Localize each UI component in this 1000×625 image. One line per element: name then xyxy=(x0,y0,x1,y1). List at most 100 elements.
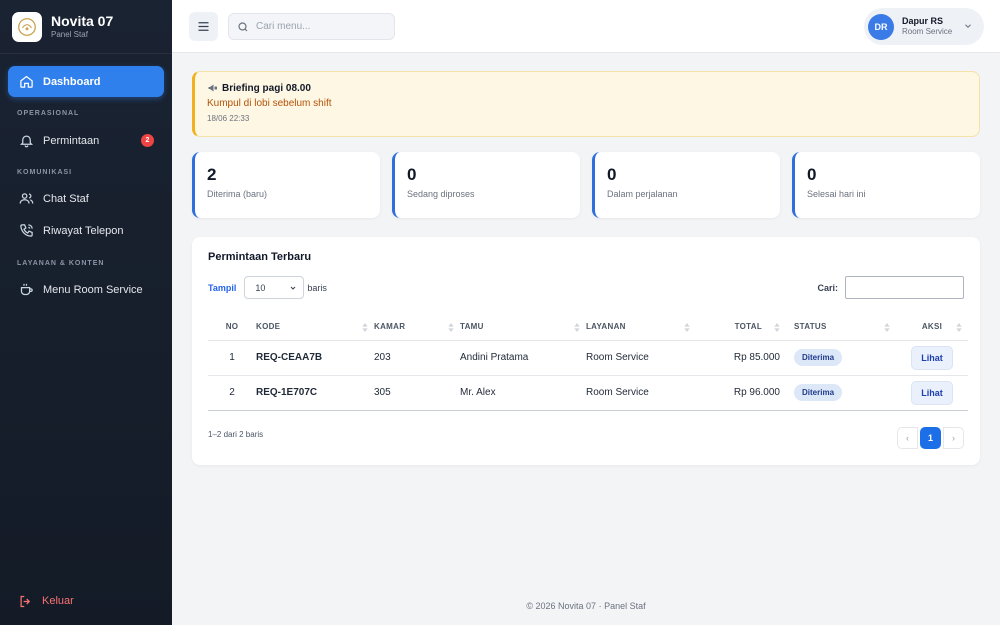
cell-kode: REQ-CEAA7B xyxy=(256,340,374,376)
logout-button[interactable]: Keluar xyxy=(8,588,164,614)
bell-icon xyxy=(18,133,34,149)
user-role: Room Service xyxy=(902,27,953,36)
cell-layanan: Room Service xyxy=(586,375,696,411)
brand: Novita 07 Panel Staf xyxy=(0,0,172,54)
cell-kamar: 203 xyxy=(374,340,460,376)
sidebar: Novita 07 Panel Staf Dashboard OPERASION… xyxy=(0,0,172,625)
view-button[interactable]: Lihat xyxy=(911,380,953,405)
panel-title: Permintaan Terbaru xyxy=(208,251,312,263)
home-icon xyxy=(18,74,34,90)
sort-icon xyxy=(774,323,780,332)
cell-layanan: Room Service xyxy=(586,340,696,376)
hamburger-icon xyxy=(198,22,209,31)
stat-card-diterima: 2 Diterima (baru) xyxy=(192,152,380,218)
menu-toggle-button[interactable] xyxy=(189,12,218,41)
announcement-banner: Briefing pagi 08.00 Kumpul di lobi sebel… xyxy=(192,71,980,137)
sort-icon xyxy=(684,323,690,332)
section-komunikasi: KOMUNIKASI xyxy=(17,169,73,176)
logout-label: Keluar xyxy=(42,595,74,607)
table-row: 1 REQ-CEAA7B 203 Andini Pratama Room Ser… xyxy=(208,340,968,376)
sidebar-item-label: Permintaan xyxy=(43,134,100,147)
status-badge: Diterima xyxy=(794,384,843,401)
users-icon xyxy=(18,191,34,207)
sidebar-item-chat-staf[interactable]: Chat Staf xyxy=(8,183,164,214)
next-page-button[interactable]: › xyxy=(943,427,964,449)
sidebar-item-dashboard[interactable]: Dashboard xyxy=(8,66,164,97)
page-size-control: Tampil 10 baris xyxy=(208,276,327,299)
page-button-current[interactable]: 1 xyxy=(920,427,941,449)
sidebar-item-label: Riwayat Telepon xyxy=(43,224,124,237)
show-label: Tampil xyxy=(208,282,237,293)
recent-requests-panel: Permintaan Terbaru Tampil 10 baris Cari:… xyxy=(192,237,980,465)
column-header-aksi[interactable]: AKSI xyxy=(896,314,968,341)
phone-icon xyxy=(18,223,34,239)
brand-subtitle: Panel Staf xyxy=(51,30,88,39)
page-size-select[interactable]: 10 xyxy=(244,276,305,299)
cell-kode: REQ-1E707C xyxy=(256,375,374,411)
column-header-total[interactable]: TOTAL xyxy=(696,314,786,341)
chevron-down-icon xyxy=(965,24,971,28)
topbar: DR Dapur RS Room Service xyxy=(172,0,1000,53)
stat-label: Selesai hari ini xyxy=(807,189,866,199)
section-layanan-konten: LAYANAN & KONTEN xyxy=(17,260,105,267)
view-button[interactable]: Lihat xyxy=(911,345,953,370)
column-header-tamu[interactable]: TAMU xyxy=(460,314,586,341)
page-info: 1–2 dari 2 baris xyxy=(208,430,264,439)
search-input[interactable] xyxy=(256,21,386,32)
stat-label: Sedang diproses xyxy=(407,189,475,199)
megaphone-icon xyxy=(208,84,217,92)
stat-value: 0 xyxy=(607,165,617,184)
logout-icon xyxy=(20,595,31,607)
stat-card-perjalanan: 0 Dalam perjalanan xyxy=(592,152,780,218)
brand-title: Novita 07 xyxy=(51,13,114,29)
page-size-value: 10 xyxy=(255,282,266,293)
cell-no: 1 xyxy=(208,340,256,376)
user-name: Dapur RS xyxy=(902,16,944,26)
pagination: ‹ 1 › xyxy=(897,427,964,449)
chevron-down-icon xyxy=(290,286,296,290)
column-header-status[interactable]: STATUS xyxy=(786,314,896,341)
footer: © 2026 Novita 07 · Panel Staf xyxy=(526,601,646,611)
column-header-layanan[interactable]: LAYANAN xyxy=(586,314,696,341)
sidebar-item-menu-room-service[interactable]: Menu Room Service xyxy=(8,274,164,305)
sort-icon xyxy=(448,323,454,332)
coffee-cup-icon xyxy=(18,282,34,298)
table-row: 2 REQ-1E707C 305 Mr. Alex Room Service R… xyxy=(208,375,968,411)
sidebar-item-label: Menu Room Service xyxy=(43,283,143,296)
status-badge: Diterima xyxy=(794,349,843,366)
column-header-kode[interactable]: KODE xyxy=(256,314,374,341)
stat-value: 0 xyxy=(407,165,417,184)
table-search: Cari: xyxy=(817,276,964,299)
sort-icon xyxy=(362,323,368,332)
announcement-time: 18/06 22:33 xyxy=(207,114,250,123)
stat-value: 0 xyxy=(807,165,817,184)
cell-total: Rp 85.000 xyxy=(696,340,786,376)
search-icon xyxy=(238,21,248,31)
stat-value: 2 xyxy=(207,165,217,184)
table-search-input[interactable] xyxy=(845,276,964,299)
rows-label: baris xyxy=(307,282,327,293)
sidebar-item-permintaan[interactable]: Permintaan 2 xyxy=(8,125,164,156)
column-header-no[interactable]: NO xyxy=(208,314,256,341)
user-menu[interactable]: DR Dapur RS Room Service xyxy=(864,8,984,45)
sidebar-item-riwayat-telepon[interactable]: Riwayat Telepon xyxy=(8,215,164,246)
requests-table: NO KODE KAMAR TAMU LAYANAN TOTAL STATUS … xyxy=(208,314,968,411)
sort-icon xyxy=(884,323,890,332)
cell-kamar: 305 xyxy=(374,375,460,411)
stat-label: Diterima (baru) xyxy=(207,189,268,199)
stat-label: Dalam perjalanan xyxy=(607,189,678,199)
sidebar-item-label: Chat Staf xyxy=(43,192,89,205)
cell-no: 2 xyxy=(208,375,256,411)
prev-page-button[interactable]: ‹ xyxy=(897,427,918,449)
sort-icon xyxy=(574,323,580,332)
section-operasional: OPERASIONAL xyxy=(17,110,80,117)
brand-logo xyxy=(12,11,42,42)
sort-icon xyxy=(956,323,962,332)
cell-tamu: Mr. Alex xyxy=(460,375,586,411)
sidebar-item-label: Dashboard xyxy=(43,75,101,88)
column-header-kamar[interactable]: KAMAR xyxy=(374,314,460,341)
table-header-row: NO KODE KAMAR TAMU LAYANAN TOTAL STATUS … xyxy=(208,314,968,341)
notification-badge: 2 xyxy=(141,134,154,147)
avatar: DR xyxy=(868,13,894,40)
table-search-label: Cari: xyxy=(817,282,838,293)
